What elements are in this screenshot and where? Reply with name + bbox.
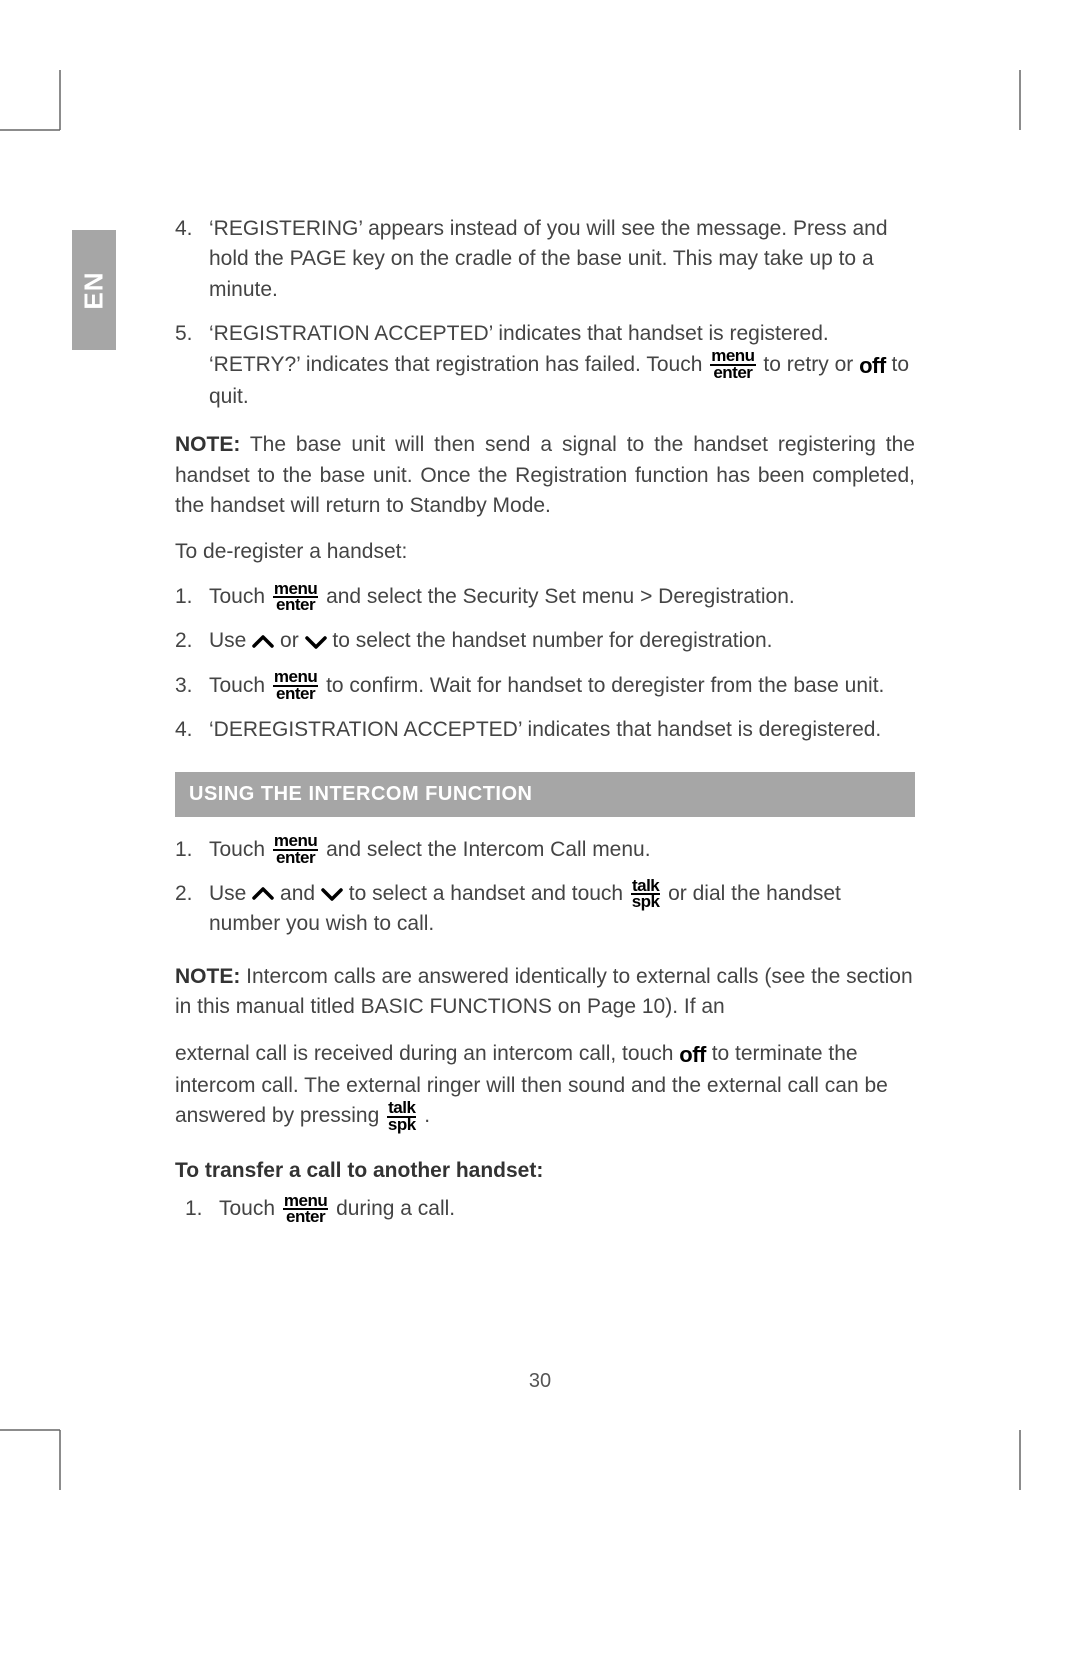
list-item: 2. Use or to select the handset number f… [175, 626, 915, 656]
note-block: NOTE: Intercom calls are answered identi… [175, 962, 915, 1023]
list-item: 1. Touch menuenter and select the Interc… [175, 835, 915, 865]
menu-enter-icon: menuenter [273, 583, 318, 613]
talk-spk-icon: talkspk [631, 880, 660, 910]
list-item: 4. ‘DEREGISTRATION ACCEPTED’ indicates t… [175, 715, 915, 745]
list-item: 3. Touch menuenter to confirm. Wait for … [175, 671, 915, 701]
list-item: 5. ‘REGISTRATION ACCEPTED’ indicates tha… [175, 319, 915, 412]
page-number: 30 [0, 1370, 1080, 1393]
talk-spk-icon: talkspk [387, 1102, 416, 1132]
chevron-down-icon [321, 886, 343, 902]
off-icon: off [859, 350, 886, 382]
list-item: 1. Touch menuenter during a call. [175, 1194, 915, 1224]
transfer-heading: To transfer a call to another handset: [175, 1156, 915, 1186]
note-continuation: external call is received during an inte… [175, 1039, 915, 1132]
section-heading: USING THE INTERCOM FUNCTION [175, 772, 915, 817]
list-item: 2. Use and to select a handset and touch… [175, 879, 915, 940]
page-content: 4. ‘REGISTERING’ appears instead of you … [175, 214, 915, 1238]
chevron-up-icon [252, 634, 274, 650]
off-icon: off [679, 1039, 706, 1071]
list-item: 1. Touch menuenter and select the Securi… [175, 582, 915, 612]
menu-enter-icon: menuenter [273, 671, 318, 701]
chevron-down-icon [305, 634, 327, 650]
deregister-lead: To de-register a handset: [175, 537, 915, 567]
menu-enter-icon: menuenter [710, 350, 755, 380]
note-block: NOTE: The base unit will then send a sig… [175, 430, 915, 521]
language-tab: EN [72, 230, 116, 350]
list-item: 4. ‘REGISTERING’ appears instead of you … [175, 214, 915, 305]
chevron-up-icon [252, 886, 274, 902]
menu-enter-icon: menuenter [283, 1195, 328, 1225]
menu-enter-icon: menuenter [273, 835, 318, 865]
